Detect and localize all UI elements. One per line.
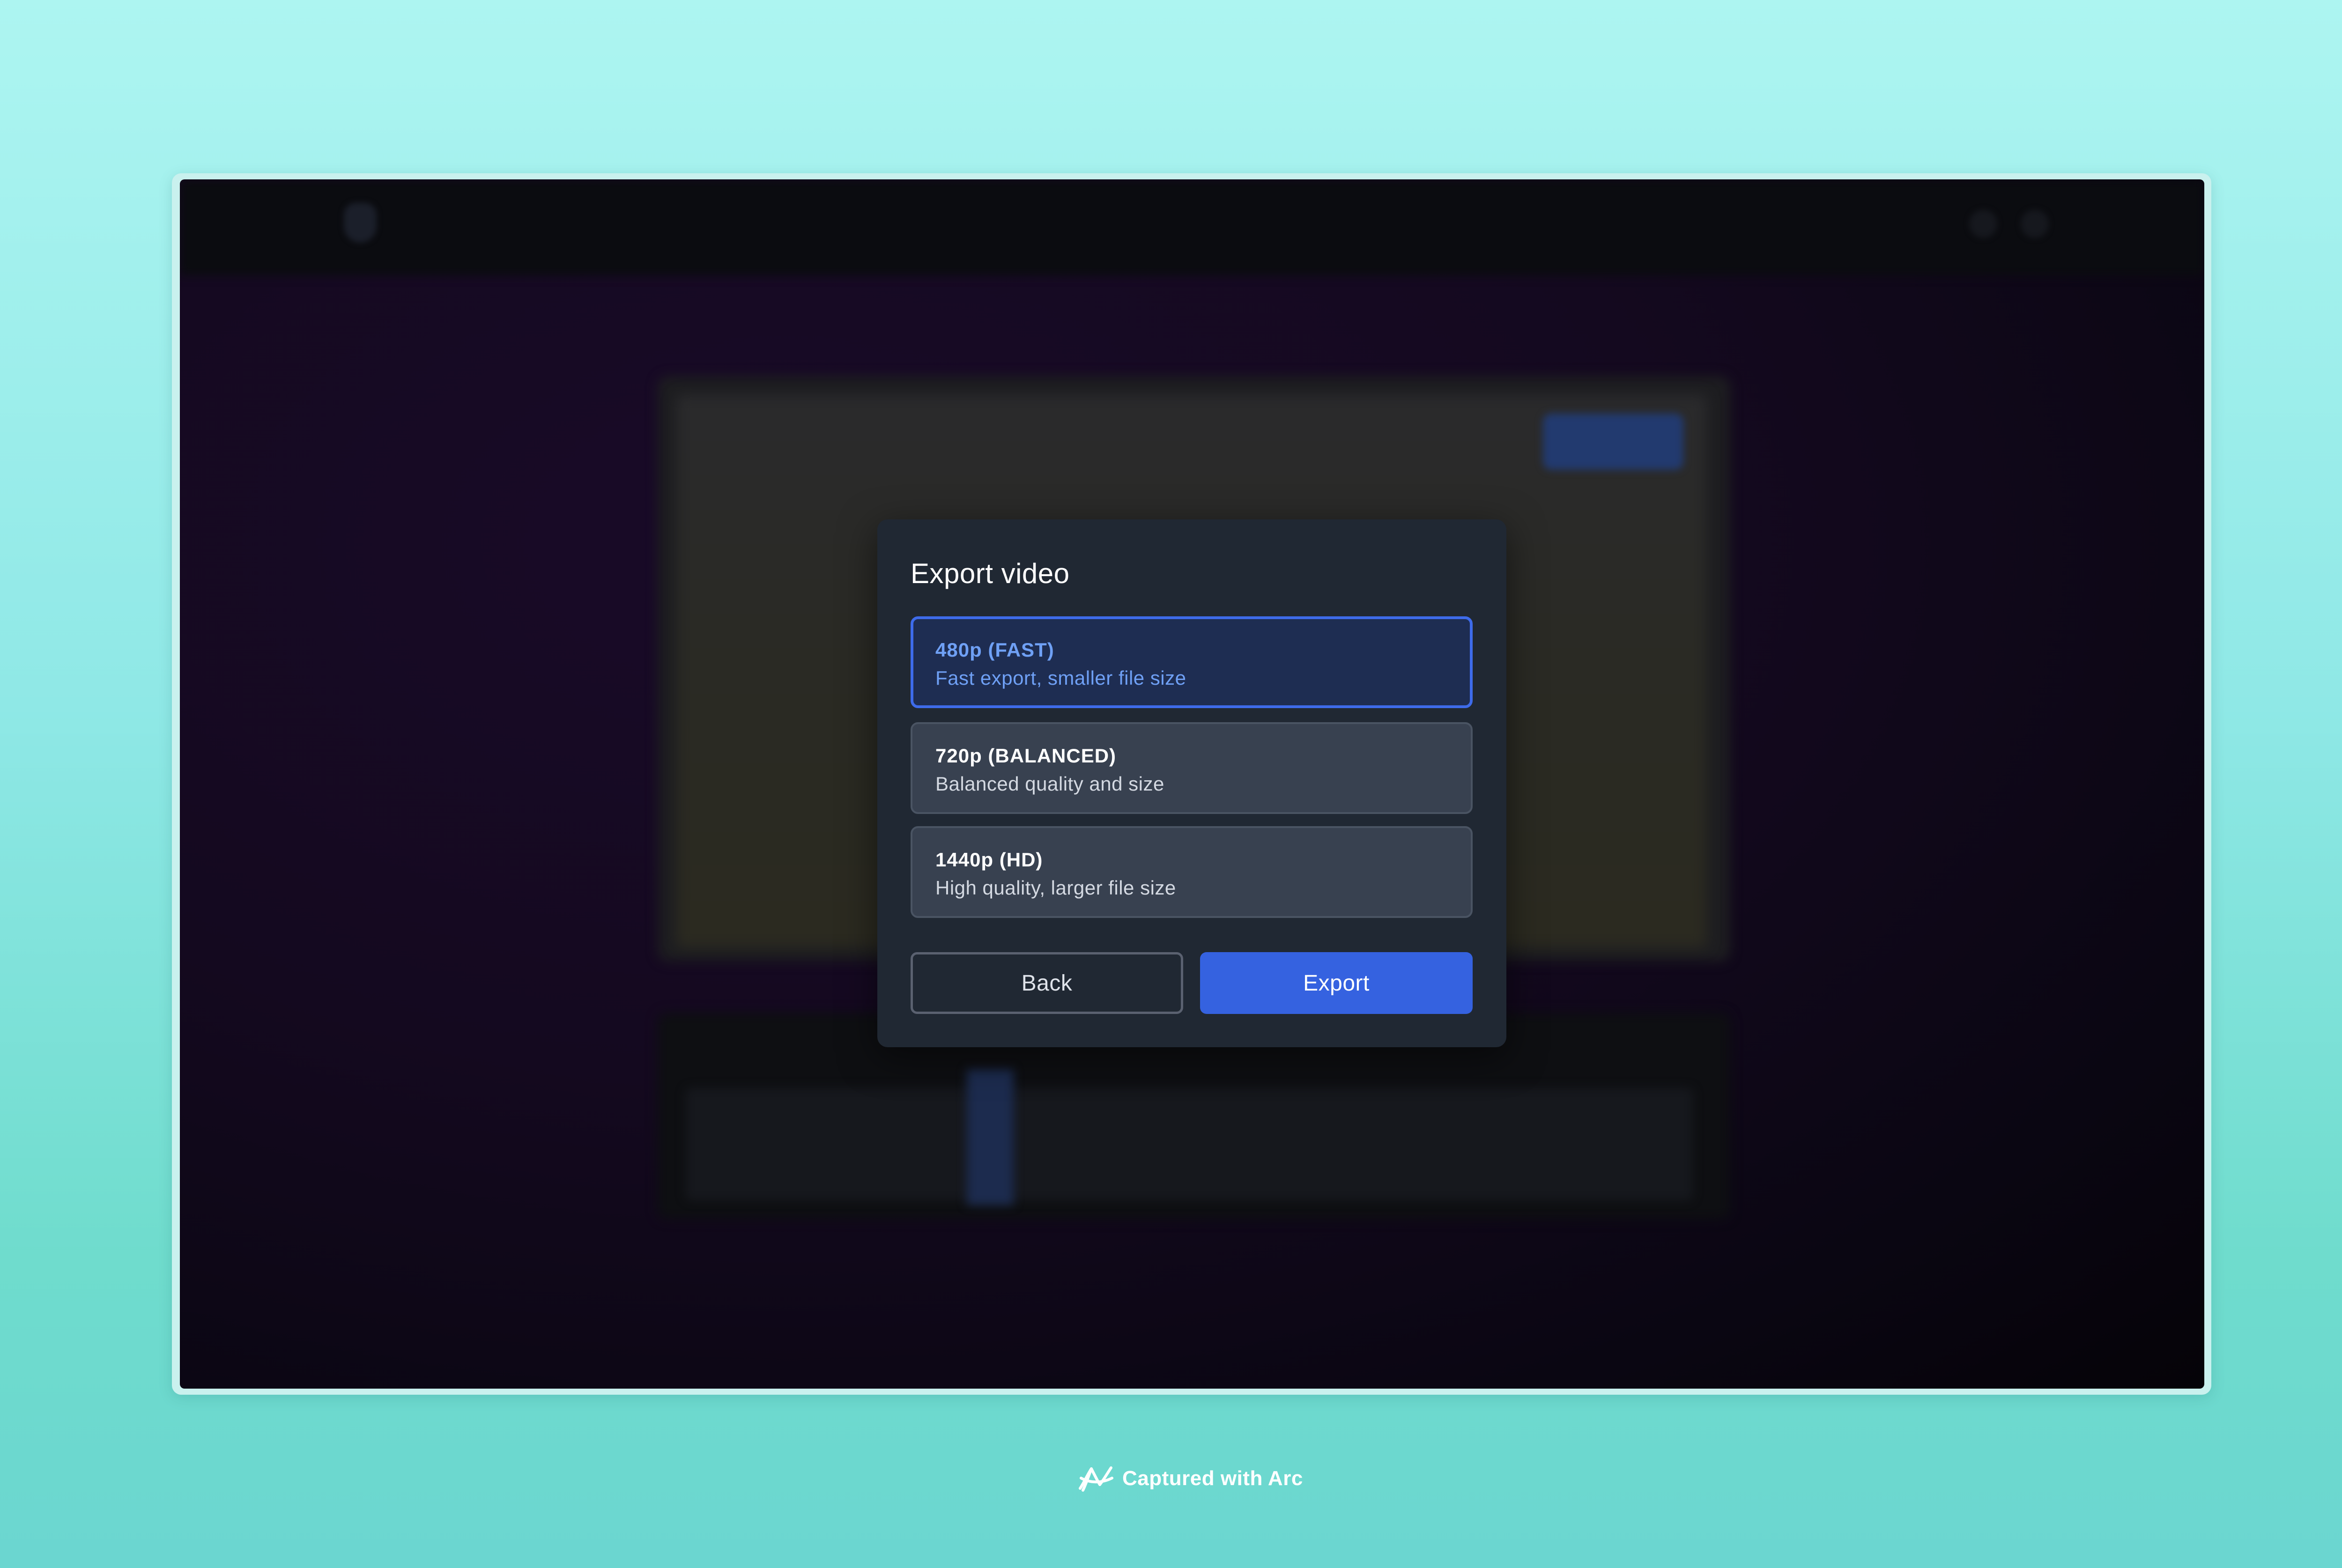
option-description: Fast export, smaller file size [935, 667, 1186, 689]
option-title: 480p (FAST) [935, 639, 1054, 661]
export-dialog: Export video 480p (FAST) Fast export, sm… [877, 519, 1506, 1047]
option-title: 720p (BALANCED) [935, 745, 1117, 767]
option-description: Balanced quality and size [935, 773, 1164, 795]
capture-credit: Captured with Arc [1077, 1462, 1303, 1495]
timeline-playhead [967, 1069, 1014, 1205]
arc-logo-icon [1079, 1466, 1113, 1492]
topbar-icon [1969, 210, 1997, 238]
export-button[interactable]: Export [1200, 952, 1473, 1014]
topbar-icon [2021, 210, 2049, 238]
timeline-track [686, 1088, 1693, 1200]
option-480p[interactable]: 480p (FAST) Fast export, smaller file si… [911, 616, 1473, 708]
dialog-title: Export video [911, 558, 1070, 589]
option-1440p[interactable]: 1440p (HD) High quality, larger file siz… [911, 826, 1473, 918]
app-logo-text [398, 212, 505, 236]
editor-export-button [1543, 414, 1683, 470]
back-button[interactable]: Back [911, 952, 1183, 1014]
option-720p[interactable]: 720p (BALANCED) Balanced quality and siz… [911, 722, 1473, 814]
app-logo-icon [344, 203, 377, 243]
capture-text: Captured with Arc [1122, 1467, 1303, 1490]
option-title: 1440p (HD) [935, 849, 1043, 871]
option-description: High quality, larger file size [935, 877, 1176, 899]
